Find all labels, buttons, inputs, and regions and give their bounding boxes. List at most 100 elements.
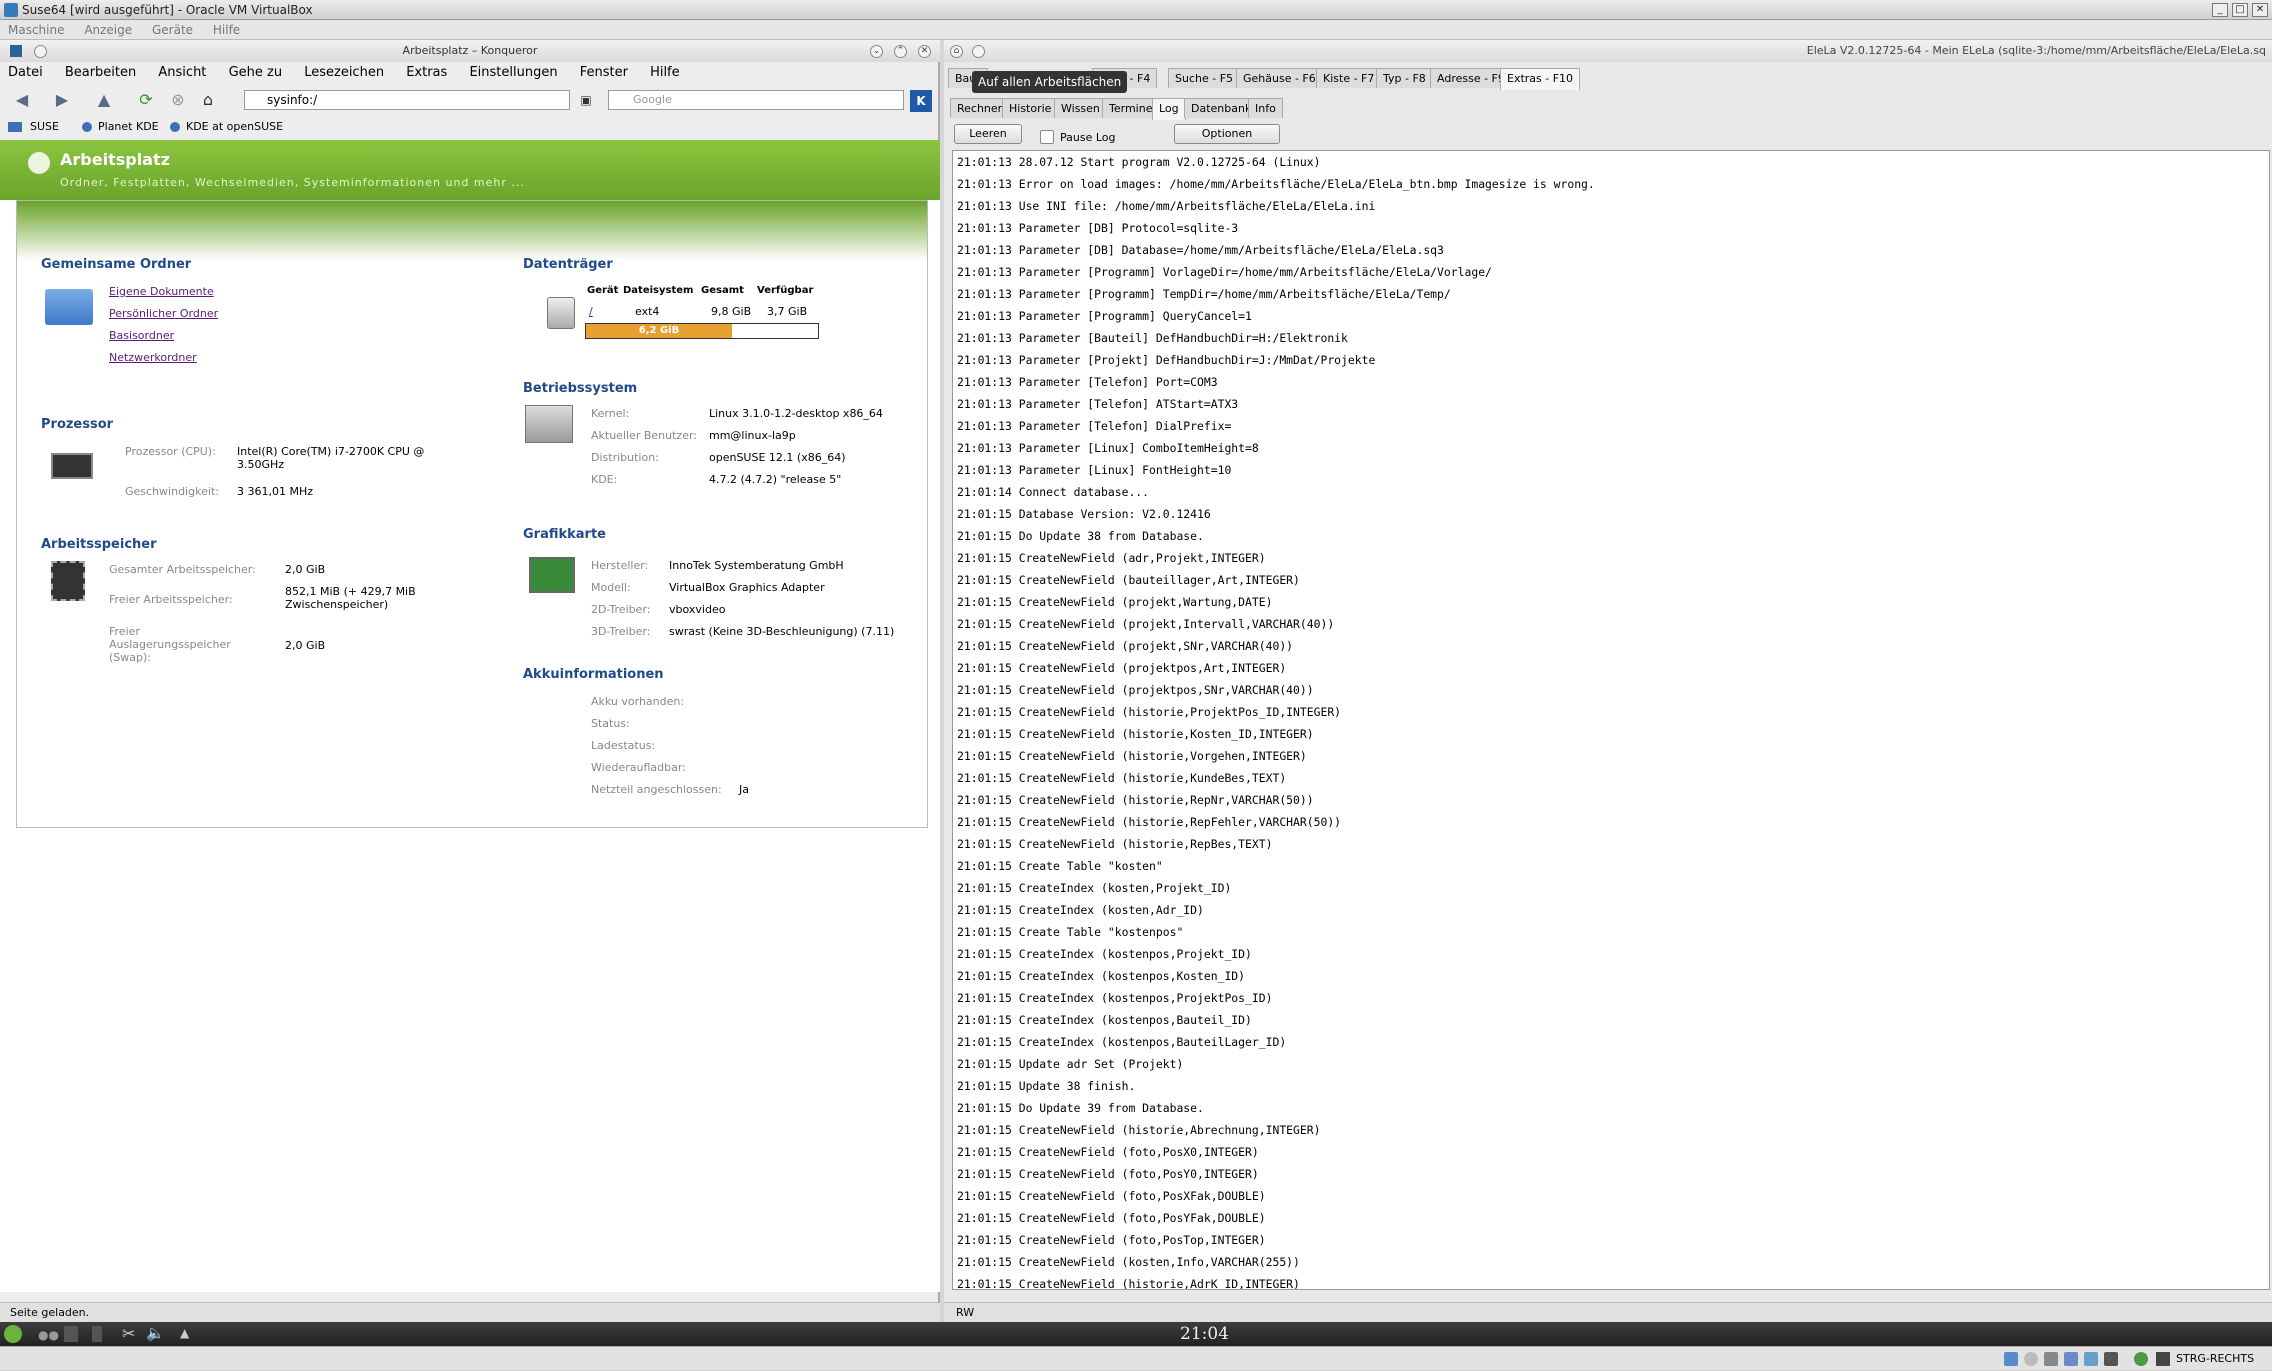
log-line: 21:01:15 CreateNewField (foto,PosTop,INT… bbox=[957, 1233, 1266, 1247]
link-basisordner[interactable]: Basisordner bbox=[109, 329, 174, 342]
window-menu-icon[interactable] bbox=[34, 45, 47, 58]
minimize-icon[interactable]: ⌄ bbox=[870, 45, 883, 58]
pin-icon[interactable]: ⌂ bbox=[950, 45, 963, 58]
tab-termine[interactable]: Termine bbox=[1102, 98, 1160, 118]
tab-historie[interactable]: Historie bbox=[1002, 98, 1059, 118]
page-subtitle: Ordner, Festplatten, Wechselmedien, Syst… bbox=[60, 176, 525, 189]
menu-einstellungen[interactable]: Einstellungen bbox=[469, 65, 557, 80]
usb-status-icon[interactable] bbox=[2044, 1352, 2058, 1366]
display-status-icon[interactable] bbox=[2104, 1352, 2118, 1366]
menu-lesezeichen[interactable]: Lesezeichen bbox=[304, 65, 384, 80]
bookmark-kde-opensuse[interactable]: KDE at openSUSE bbox=[186, 116, 283, 138]
pause-log-checkbox[interactable] bbox=[1040, 130, 1054, 144]
link-eigene-dokumente[interactable]: Eigene Dokumente bbox=[109, 285, 214, 298]
tab-info[interactable]: Info bbox=[1248, 98, 1283, 118]
log-line: 21:01:15 CreateIndex (kosten,Adr_ID) bbox=[957, 903, 1204, 917]
reload-icon[interactable]: ⟳ bbox=[136, 90, 156, 110]
log-line: 21:01:13 Parameter [Telefon] DialPrefix= bbox=[957, 419, 1232, 433]
menu-maschine[interactable]: Maschine bbox=[8, 23, 64, 37]
link-netzwerkordner[interactable]: Netzwerkordner bbox=[109, 351, 197, 364]
device-link[interactable]: / bbox=[589, 305, 593, 318]
menu-gehe-zu[interactable]: Gehe zu bbox=[229, 65, 283, 80]
tab-log[interactable]: Log bbox=[1152, 98, 1186, 120]
log-line: 21:01:15 CreateNewField (projektpos,Art,… bbox=[957, 661, 1287, 675]
col-total: Gesamt bbox=[701, 285, 744, 296]
menu-bearbeiten[interactable]: Bearbeiten bbox=[65, 65, 136, 80]
options-button[interactable]: Optionen bbox=[1174, 124, 1280, 144]
close-button[interactable]: ✕ bbox=[2252, 3, 2268, 17]
clear-log-button[interactable]: Leeren bbox=[954, 124, 1022, 144]
tab-rechner[interactable]: Rechner bbox=[950, 98, 1010, 118]
menu-anzeige[interactable]: Anzeige bbox=[84, 23, 132, 37]
cpu-icon bbox=[51, 453, 93, 479]
clock[interactable]: 21:04 bbox=[1180, 1322, 1229, 1346]
activity-icon[interactable]: ●● bbox=[38, 1328, 59, 1342]
tab-extras[interactable]: Extras - F10 bbox=[1500, 68, 1581, 90]
desktop-pager-icon[interactable] bbox=[64, 1326, 78, 1342]
cdrom-status-icon[interactable] bbox=[2024, 1352, 2038, 1366]
url-input[interactable]: sysinfo:/ bbox=[244, 90, 570, 110]
value-user: mm@linux-la9p bbox=[709, 429, 796, 442]
konqueror-titlebar: Arbeitsplatz – Konqueror ⌄ ⌃ ✕ bbox=[0, 40, 940, 62]
link-persoenlicher-ordner[interactable]: Persönlicher Ordner bbox=[109, 307, 218, 320]
tab-suche[interactable]: Suche - F5 bbox=[1168, 68, 1241, 88]
label-ac-connected: Netzteil angeschlossen: bbox=[591, 783, 722, 796]
minimize-button[interactable]: _ bbox=[2212, 3, 2228, 17]
menu-hilfe[interactable]: Hilfe bbox=[213, 23, 240, 37]
maximize-icon[interactable]: ⌃ bbox=[894, 45, 907, 58]
device-fs: ext4 bbox=[635, 305, 660, 318]
expand-tray-icon[interactable]: ▲ bbox=[180, 1326, 189, 1340]
volume-icon[interactable]: 🔈 bbox=[146, 1324, 165, 1342]
bookmark-planet-kde[interactable]: Planet KDE bbox=[98, 116, 159, 138]
menu-ansicht[interactable]: Ansicht bbox=[158, 65, 206, 80]
menu-geraete[interactable]: Geräte bbox=[152, 23, 193, 37]
log-line: 21:01:13 Parameter [Projekt] DefHandbuch… bbox=[957, 353, 1376, 367]
forward-icon[interactable]: ▶ bbox=[52, 90, 72, 110]
value-kernel: Linux 3.1.0-1.2-desktop x86_64 bbox=[709, 407, 883, 420]
up-icon[interactable]: ▲ bbox=[94, 90, 114, 110]
extras-subtabs: Rechner Historie Wissen Termine Log Date… bbox=[944, 98, 2272, 120]
scissors-icon[interactable]: ✂ bbox=[122, 1324, 135, 1343]
log-line: 21:01:13 Error on load images: /home/mm/… bbox=[957, 177, 1595, 191]
menu-extras[interactable]: Extras bbox=[406, 65, 447, 80]
bookmark-suse[interactable]: SUSE bbox=[30, 116, 59, 138]
menu-fenster[interactable]: Fenster bbox=[580, 65, 628, 80]
maximize-button[interactable]: □ bbox=[2232, 3, 2248, 17]
search-input[interactable]: Google bbox=[608, 90, 904, 110]
tab-wissen[interactable]: Wissen bbox=[1054, 98, 1107, 118]
label-battery-charge: Ladestatus: bbox=[591, 739, 656, 752]
log-line: 21:01:15 CreateIndex (kostenpos,BauteilL… bbox=[957, 1035, 1287, 1049]
shared-folders-icon[interactable] bbox=[2064, 1352, 2078, 1366]
tab-kiste[interactable]: Kiste - F7 bbox=[1316, 68, 1382, 88]
network-status-icon[interactable] bbox=[2084, 1352, 2098, 1366]
sysinfo-panel: Gemeinsame Ordner Eigene Dokumente Persö… bbox=[16, 200, 928, 828]
window-menu-icon[interactable] bbox=[972, 45, 985, 58]
main-tabs: Baut llung - F4 Suche - F5 Gehäuse - F6 … bbox=[944, 68, 2272, 90]
device-notifier-icon[interactable] bbox=[92, 1326, 102, 1342]
log-line: 21:01:15 CreateNewField (historie,Kosten… bbox=[957, 727, 1314, 741]
log-line: 21:01:15 CreateIndex (kostenpos,ProjektP… bbox=[957, 991, 1273, 1005]
tab-gehaeuse[interactable]: Gehäuse - F6 bbox=[1236, 68, 1323, 88]
label-kernel: Kernel: bbox=[591, 407, 630, 420]
harddisk-status-icon[interactable] bbox=[2004, 1352, 2018, 1366]
close-icon[interactable]: ✕ bbox=[918, 45, 931, 58]
stop-icon[interactable]: ⊗ bbox=[168, 90, 188, 110]
konqueror-window: Arbeitsplatz – Konqueror ⌄ ⌃ ✕ Datei Bea… bbox=[0, 40, 940, 1322]
log-line: 21:01:15 Do Update 39 from Database. bbox=[957, 1101, 1204, 1115]
konqueror-toolbar: ◀ ▶ ▲ ⟳ ⊗ ⌂ sysinfo:/ ▣ Google K bbox=[0, 86, 940, 114]
menu-datei[interactable]: Datei bbox=[8, 65, 43, 80]
disk-usage-bar: 6,2 GiB bbox=[585, 323, 819, 339]
log-list[interactable]: 21:01:13 28.07.12 Start program V2.0.127… bbox=[952, 150, 2270, 1290]
log-line: 21:01:13 Parameter [DB] Protocol=sqlite-… bbox=[957, 221, 1239, 235]
tab-typ[interactable]: Typ - F8 bbox=[1376, 68, 1433, 88]
menu-hilfe[interactable]: Hilfe bbox=[650, 65, 680, 80]
home-icon[interactable]: ⌂ bbox=[198, 90, 218, 110]
start-menu-icon[interactable] bbox=[4, 1325, 22, 1343]
label-user: Aktueller Benutzer: bbox=[591, 429, 697, 442]
go-icon[interactable]: ▣ bbox=[576, 90, 596, 110]
back-icon[interactable]: ◀ bbox=[12, 90, 32, 110]
log-line: 21:01:15 CreateIndex (kostenpos,Projekt_… bbox=[957, 947, 1252, 961]
log-line: 21:01:15 CreateIndex (kostenpos,Kosten_I… bbox=[957, 969, 1246, 983]
section-storage: Datenträger bbox=[523, 257, 613, 272]
mouse-integration-icon[interactable] bbox=[2156, 1352, 2170, 1366]
